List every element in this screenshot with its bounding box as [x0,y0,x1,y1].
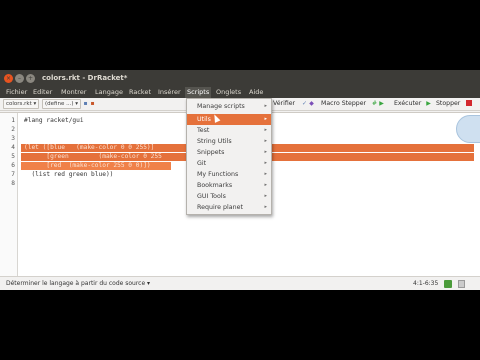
lock-icon [458,280,465,288]
stepper-hash-icon: # [371,100,378,107]
menu-item-snippets[interactable]: Snippets ▸ [187,147,271,158]
run-button[interactable]: Exécuter [394,99,421,109]
menu-item-string-utils[interactable]: String Utils ▸ [187,136,271,147]
stepper-arrow-icon: ▶ [379,100,384,107]
line-number: 1 [11,117,15,124]
run-icon: ▶ [426,100,431,107]
menu-item-utils[interactable]: Utils ▸ [187,114,271,125]
menu-langage[interactable]: Langage [93,87,125,98]
minimize-icon: – [18,75,21,82]
menu-inserer[interactable]: Insérer [156,87,183,98]
chevron-right-icon: ▸ [264,171,267,177]
menu-item-require-planet[interactable]: Require planet ▸ [187,202,271,213]
line-number: 7 [11,171,15,178]
menu-item-label: My Functions [197,171,239,178]
code-line: [green (make-color 0 255 [24,153,162,160]
save-icon[interactable]: ▪ [82,100,89,107]
title-bar: × – + colors.rkt - DrRacket* [0,70,480,87]
line-number-gutter: 1 2 3 4 5 6 7 8 [0,113,18,276]
menu-item-label: Require planet [197,204,243,211]
menu-montrer[interactable]: Montrer [59,87,88,98]
language-selector[interactable]: Déterminer le langage à partir du code s… [6,279,150,289]
stop-button[interactable]: Stopper [436,99,460,109]
line-number: 8 [11,180,15,187]
menu-item-label: GUI Tools [197,193,226,200]
define-dropdown[interactable]: (define ...) ▾ [42,99,82,109]
menu-editer[interactable]: Editer [31,87,54,98]
check-syntax-button[interactable]: Vérifier [273,99,295,109]
leaf-icon [444,280,452,288]
chevron-right-icon: ▸ [264,204,267,210]
close-icon: × [5,75,12,82]
corner-badge: ↘ [456,115,480,143]
menu-item-git[interactable]: Git ▸ [187,158,271,169]
stop-icon [466,100,472,106]
menu-item-test[interactable]: Test ▸ [187,125,271,136]
menu-racket[interactable]: Racket [127,87,153,98]
chevron-right-icon: ▸ [264,116,267,122]
menu-item-label: Manage scripts [197,103,245,110]
chevron-right-icon: ▸ [264,103,267,109]
window-title: colors.rkt - DrRacket* [42,74,128,82]
menu-fichier[interactable]: Fichier [4,87,29,98]
magnifier-icon: ◆ [309,100,314,107]
menu-item-manage-scripts[interactable]: Manage scripts ▸ [187,101,271,112]
save-disk-icon[interactable]: ▪ [89,100,96,107]
code-line: (let ([blue (make-color 0 0 255)] [24,144,155,151]
menu-bar: Fichier Editer Montrer Langage Racket In… [0,87,480,98]
scripts-dropdown-menu: Manage scripts ▸ Utils ▸ Test ▸ String Util… [186,98,272,215]
menu-item-my-functions[interactable]: My Functions ▸ [187,169,271,180]
chevron-right-icon: ▸ [264,149,267,155]
macro-stepper-button[interactable]: Macro Stepper [321,99,366,109]
menu-item-bookmarks[interactable]: Bookmarks ▸ [187,180,271,191]
drracket-window: × – + colors.rkt - DrRacket* Fichier Edi… [0,70,480,290]
maximize-window-button[interactable]: + [26,74,35,83]
minimize-window-button[interactable]: – [15,74,24,83]
file-dropdown[interactable]: colors.rkt ▾ [3,99,40,109]
line-number: 4 [11,144,15,151]
code-line: [red (make-color 255 0 0)]) [24,162,151,169]
menu-item-label: Bookmarks [197,182,233,189]
status-bar: Déterminer le langage à partir du code s… [0,276,480,290]
line-number: 6 [11,162,15,169]
chevron-right-icon: ▸ [264,182,267,188]
cursor-position: 4:1-6:35 [413,280,439,287]
menu-onglets[interactable]: Onglets [214,87,243,98]
menu-item-label: Utils [197,116,211,123]
menu-item-label: Test [197,127,210,134]
code-line: (list red green blue)) [24,171,114,178]
menu-item-label: Git [197,160,207,167]
line-number: 2 [11,126,15,133]
close-window-button[interactable]: × [4,74,13,83]
menu-item-label: String Utils [197,138,232,145]
check-syntax-icon: ✓ [301,100,308,107]
line-number: 5 [11,153,15,160]
maximize-icon: + [27,75,34,82]
code-line: #lang racket/gui [24,117,84,124]
menu-scripts[interactable]: Scripts [185,87,212,98]
chevron-right-icon: ▸ [264,193,267,199]
chevron-right-icon: ▸ [264,138,267,144]
chevron-right-icon: ▸ [264,127,267,133]
chevron-right-icon: ▸ [264,160,267,166]
menu-item-label: Snippets [197,149,225,156]
menu-item-gui-tools[interactable]: GUI Tools ▸ [187,191,271,202]
menu-aide[interactable]: Aide [247,87,265,98]
line-number: 3 [11,135,15,142]
